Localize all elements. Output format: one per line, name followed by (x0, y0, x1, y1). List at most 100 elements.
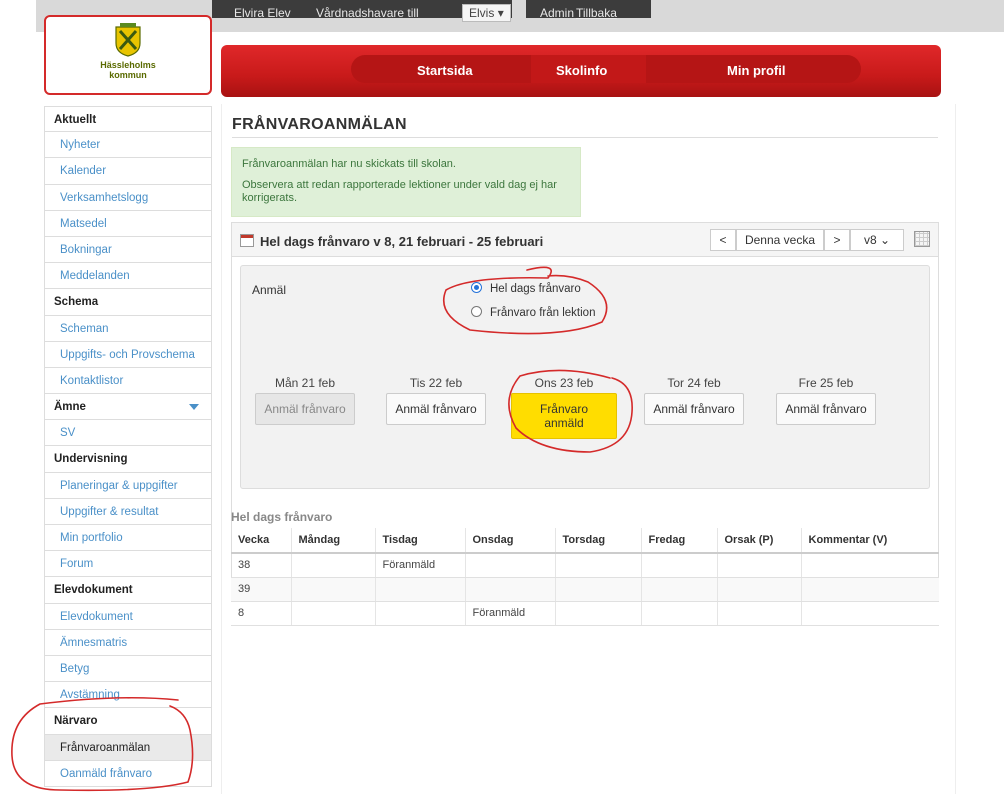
table-cell (641, 553, 718, 578)
col-orsak: Orsak (P) (717, 528, 802, 554)
table-cell (465, 577, 556, 602)
sidebar-head-narvaro: Närvaro (44, 708, 212, 735)
sidebar-head-aktuellt: Aktuellt (44, 106, 212, 133)
chevron-down-icon: ▾ (497, 6, 504, 20)
logo-text-1: Hässleholms (100, 60, 156, 70)
sidebar-item-verksamhetslogg[interactable]: Verksamhetslogg (44, 184, 212, 211)
title-divider (232, 137, 938, 138)
table-cell (291, 601, 376, 626)
report-button-monday[interactable]: Anmäl frånvaro (255, 393, 355, 425)
table-cell (801, 601, 939, 626)
sidebar-item-betyg[interactable]: Betyg (44, 655, 212, 683)
table-cell (717, 553, 802, 578)
panel-title: Hel dags frånvaro v 8, 21 februari - 25 … (260, 234, 544, 249)
next-week-button[interactable]: > (824, 229, 850, 251)
back-link[interactable]: Tillbaka (576, 6, 617, 20)
sidebar-item-planeringar[interactable]: Planeringar & uppgifter (44, 472, 212, 499)
sidebar-item-elevdokument[interactable]: Elevdokument (44, 603, 212, 630)
coat-of-arms-icon (115, 23, 141, 57)
sidebar-head-amne-label: Ämne (54, 401, 86, 414)
logo-text-2: kommun (109, 70, 147, 80)
nav-skolinfo[interactable]: Skolinfo (556, 63, 607, 78)
table-cell (717, 577, 802, 602)
report-button-tuesday[interactable]: Anmäl frånvaro (386, 393, 486, 425)
sidebar-item-nyheter[interactable]: Nyheter (44, 132, 212, 159)
table-row: 39 (231, 577, 939, 602)
this-week-button[interactable]: Denna vecka (736, 229, 824, 251)
col-vecka: Vecka (231, 528, 292, 554)
day-label: Tis 22 feb (409, 376, 463, 390)
table-cell (555, 577, 642, 602)
success-message-line-2: Observera att redan rapporterade lektion… (242, 179, 557, 204)
radio-full-day[interactable]: Hel dags frånvaro (471, 282, 581, 295)
sidebar-head-undervisning: Undervisning (44, 446, 212, 473)
table-cell (291, 577, 376, 602)
success-message-line-1: Frånvaroanmälan har nu skickats till sko… (242, 158, 456, 170)
sidebar-item-amnesmatris[interactable]: Ämnesmatris (44, 629, 212, 656)
sidebar-item-kontaktlistor[interactable]: Kontaktlistor (44, 367, 212, 395)
guardian-label: Vårdnadshavare till (316, 6, 419, 20)
table-title: Hel dags frånvaro (231, 510, 333, 524)
day-tuesday: Tis 22 feb Anmäl frånvaro (383, 376, 489, 425)
sidebar-item-min-portfolio[interactable]: Min portfolio (44, 525, 212, 552)
sidebar-item-kalender[interactable]: Kalender (44, 158, 212, 185)
table-cell: 38 (231, 553, 292, 578)
report-form: Anmäl Hel dags frånvaro Frånvaro från le… (240, 265, 930, 489)
table-cell (641, 577, 718, 602)
report-button-thursday[interactable]: Anmäl frånvaro (644, 393, 744, 425)
week-select[interactable]: v8 ⌄ (850, 229, 904, 251)
table-header-row: Vecka Måndag Tisdag Onsdag Torsdag Freda… (231, 528, 939, 554)
day-label: Mån 21 feb (274, 376, 336, 390)
day-label: Fre 25 feb (798, 376, 854, 390)
day-label: Tor 24 feb (667, 376, 721, 390)
sidebar-item-franvaroanmalan[interactable]: Frånvaroanmälan (44, 734, 212, 761)
week-select-value: v8 (863, 233, 877, 247)
chevron-down-icon (189, 404, 199, 411)
table-cell (291, 553, 376, 578)
col-torsdag: Torsdag (555, 528, 642, 554)
table-cell (555, 553, 642, 578)
nav-min-profil[interactable]: Min profil (727, 63, 786, 78)
sidebar-item-uppgifter-resultat[interactable]: Uppgifter & resultat (44, 498, 212, 525)
col-onsdag: Onsdag (465, 528, 556, 554)
municipality-logo[interactable]: Hässleholms kommun (44, 15, 212, 95)
prev-week-button[interactable]: < (710, 229, 736, 251)
admin-link[interactable]: Admin (540, 6, 574, 20)
day-monday: Mån 21 feb Anmäl frånvaro (252, 376, 358, 425)
table-cell (801, 553, 939, 578)
nav-startsida[interactable]: Startsida (417, 63, 473, 78)
sidebar-item-provschema[interactable]: Uppgifts- och Provschema (44, 341, 212, 368)
sidebar-item-forum[interactable]: Forum (44, 551, 212, 578)
day-thursday: Tor 24 feb Anmäl frånvaro (639, 376, 749, 425)
main-content: FRÅNVAROANMÄLAN Frånvaroanmälan har nu s… (221, 104, 956, 794)
radio-full-day-label: Hel dags frånvaro (490, 283, 581, 295)
success-message: Frånvaroanmälan har nu skickats till sko… (231, 147, 581, 217)
chevron-down-icon: ⌄ (879, 233, 891, 247)
table-cell (555, 601, 642, 626)
radio-unchecked-icon (471, 306, 482, 317)
report-button-friday[interactable]: Anmäl frånvaro (776, 393, 876, 425)
sidebar-item-oanmald-franvaro[interactable]: Oanmäld frånvaro (44, 760, 212, 787)
radio-checked-icon (471, 282, 482, 293)
day-friday: Fre 25 feb Anmäl frånvaro (773, 376, 879, 425)
sidebar-item-matsedel[interactable]: Matsedel (44, 210, 212, 237)
sidebar-head-amne[interactable]: Ämne (44, 394, 212, 421)
sidebar-head-elevdokument: Elevdokument (44, 577, 212, 604)
guardian-select[interactable]: Elvis ▾ (462, 4, 511, 22)
sidebar-item-sv[interactable]: SV (44, 420, 212, 447)
table-cell (465, 553, 556, 578)
user-name: Elvira Elev (234, 6, 291, 20)
guardian-select-value: Elvis (469, 6, 495, 20)
sidebar-item-avstamning[interactable]: Avstämning (44, 682, 212, 709)
sidebar-item-bokningar[interactable]: Bokningar (44, 236, 212, 264)
radio-lesson[interactable]: Frånvaro från lektion (471, 306, 595, 319)
main-nav: Startsida Skolinfo Min profil (221, 45, 941, 97)
table-cell: 39 (231, 577, 292, 602)
table-cell: Föranmäld (375, 553, 466, 578)
report-button-wednesday[interactable]: Frånvaro anmäld (511, 393, 617, 439)
day-label: Ons 23 feb (534, 376, 594, 390)
sidebar-item-meddelanden[interactable]: Meddelanden (44, 263, 212, 290)
sidebar: Aktuellt Nyheter Kalender Verksamhetslog… (44, 106, 212, 787)
sidebar-item-scheman[interactable]: Scheman (44, 315, 212, 342)
calendar-grid-icon[interactable] (914, 231, 930, 247)
